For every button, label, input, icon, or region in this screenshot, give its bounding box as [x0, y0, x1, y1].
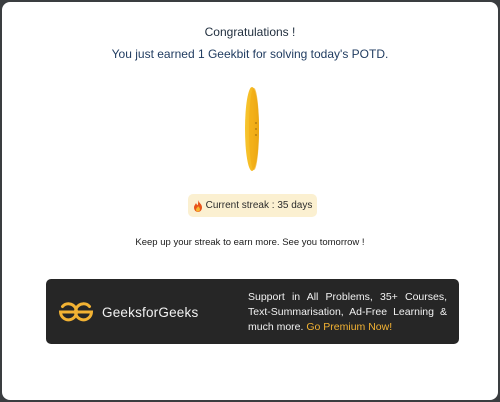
modal-subtitle: You just earned 1 Geekbit for solving to… [111, 47, 389, 61]
keep-up-message: Keep up your streak to earn more. See yo… [135, 237, 365, 248]
geeksforgeeks-logo-icon [58, 302, 94, 322]
current-streak-badge: Current streak : 35 days [188, 194, 317, 217]
geekbit-coin-icon [240, 86, 264, 172]
brand-name: GeeksforGeeks [102, 304, 199, 320]
promo-text-block: Support in All Problems, 35+ Courses, Te… [248, 290, 447, 335]
fire-icon [193, 199, 203, 212]
modal-title: Congratulations ! [204, 25, 296, 39]
go-premium-link[interactable]: Go Premium Now! [306, 321, 392, 333]
premium-promo-banner[interactable]: GeeksforGeeks Support in All Problems, 3… [46, 279, 459, 344]
brand: GeeksforGeeks [58, 299, 198, 325]
current-streak-label: Current streak : 35 days [205, 200, 313, 211]
potd-reward-modal: Congratulations ! You just earned 1 Geek… [2, 2, 498, 400]
